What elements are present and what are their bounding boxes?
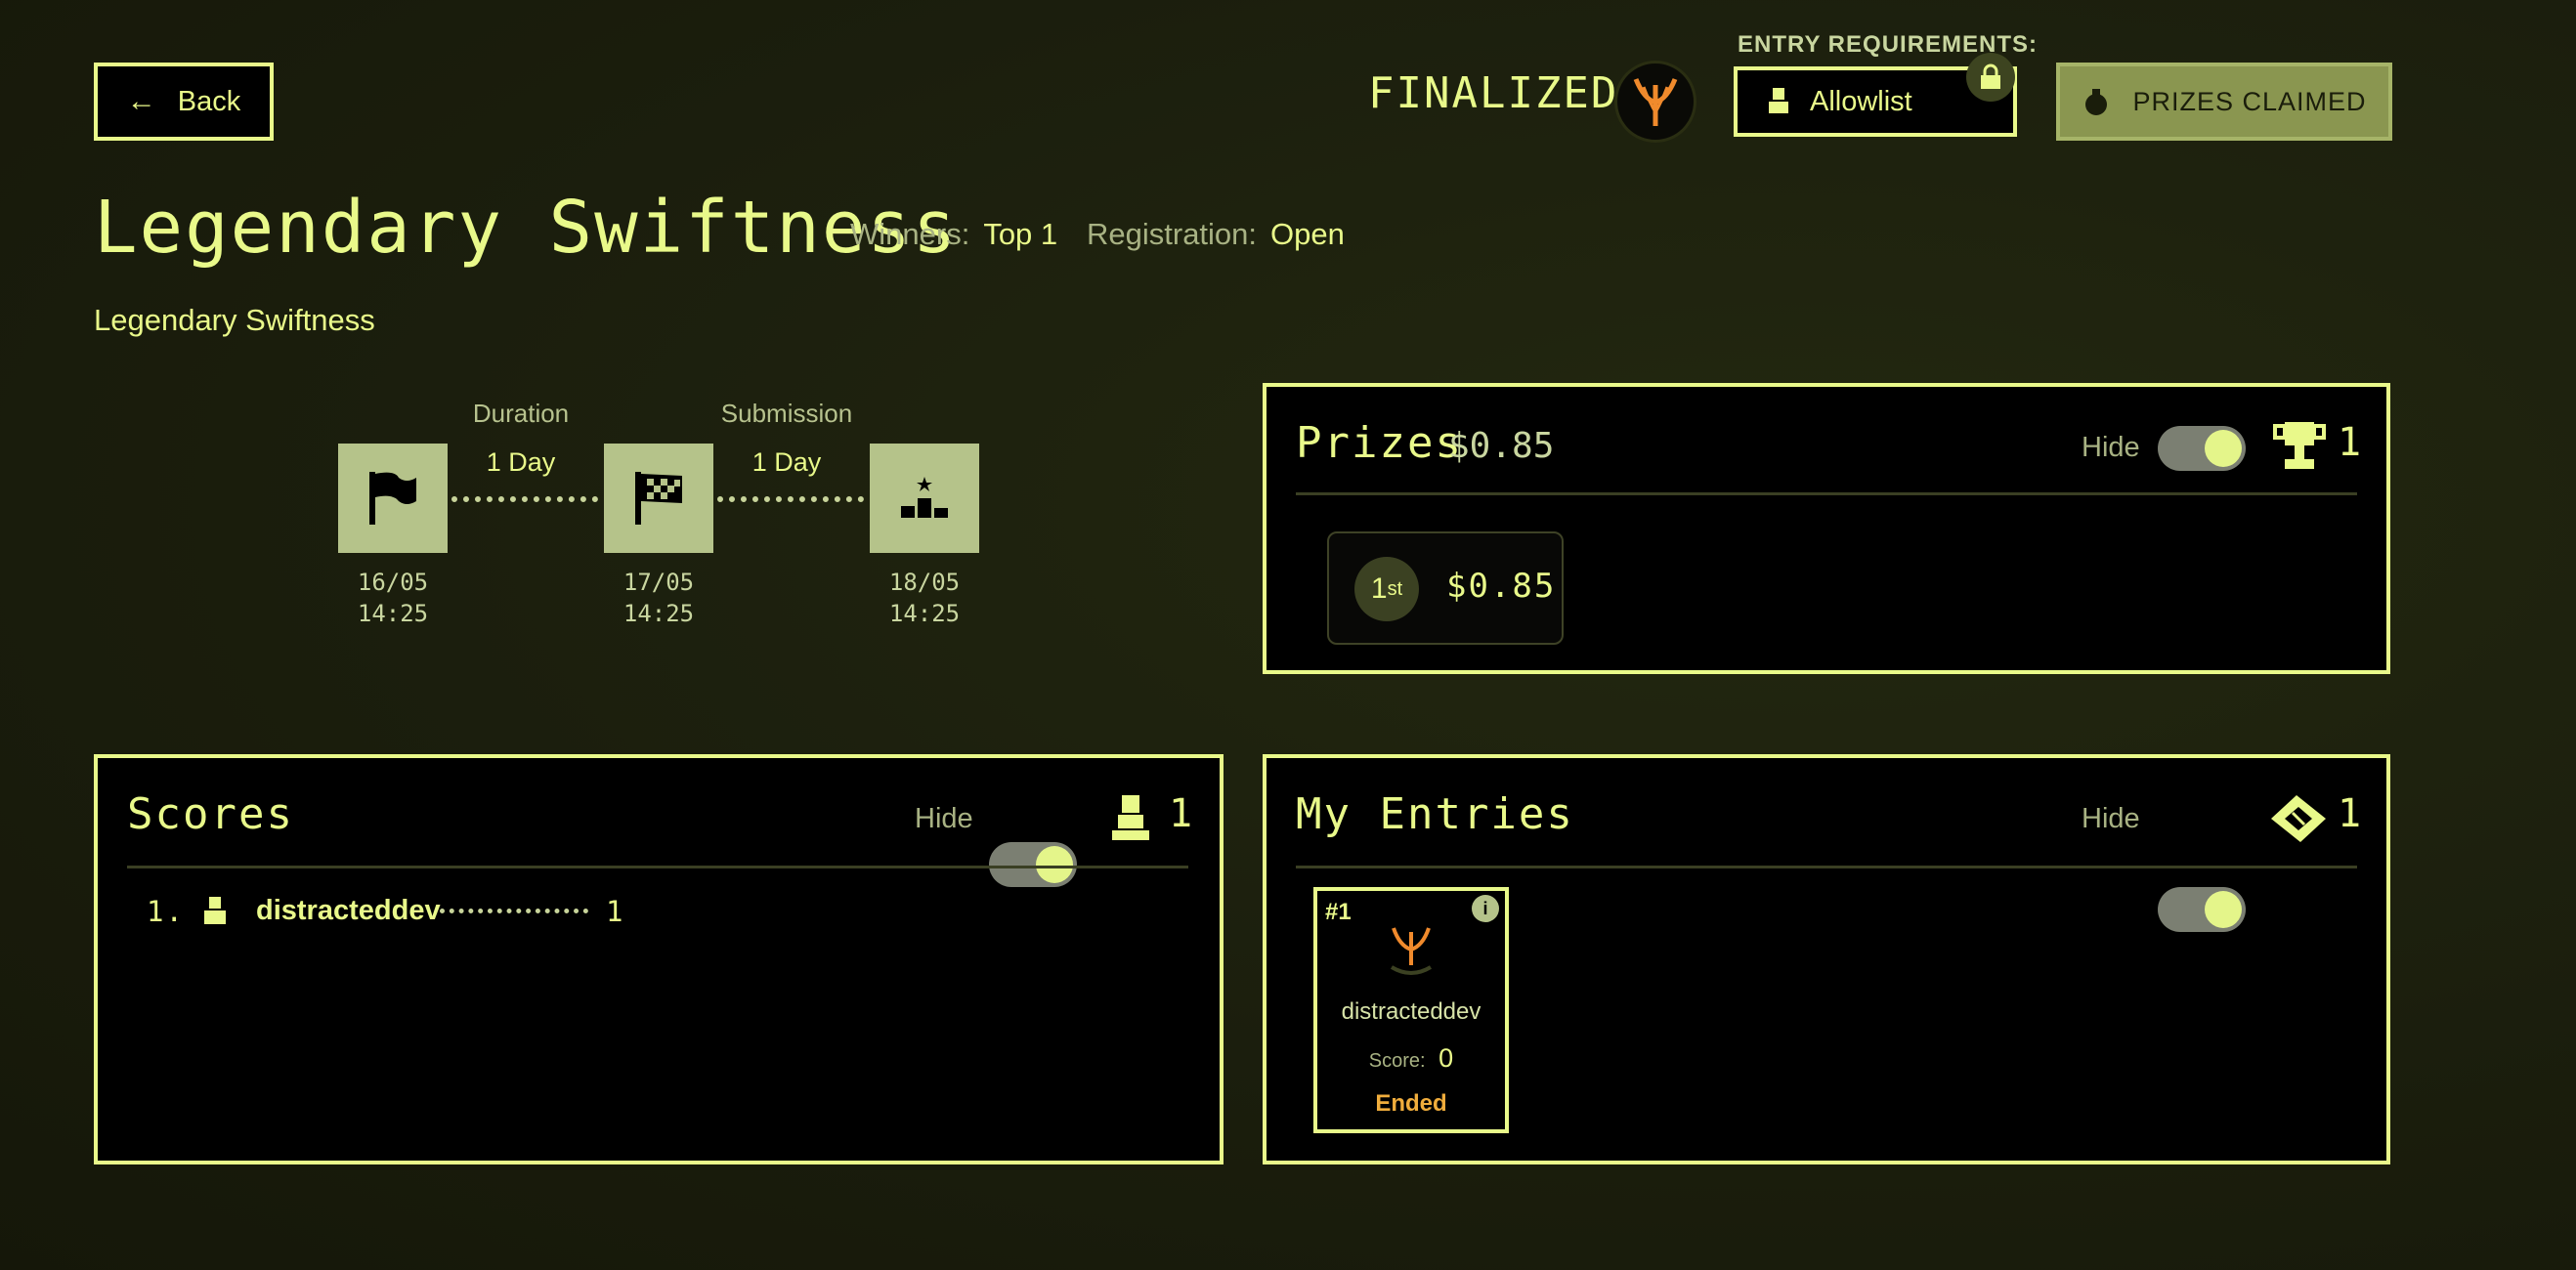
prizes-claimed-button[interactable]: PRIZES CLAIMED (2056, 63, 2392, 141)
prizes-hide-toggle[interactable] (2158, 426, 2246, 471)
entry-player-name: distracteddev (1341, 998, 1481, 1025)
game-logo-icon (1614, 61, 1696, 143)
scores-count: 1 (1169, 791, 1195, 836)
timeline-dots (451, 496, 598, 504)
tournament-description: Legendary Swiftness (94, 303, 375, 337)
entries-divider (1296, 866, 2357, 868)
money-bag-icon (2085, 89, 2108, 115)
back-label: Back (177, 85, 241, 117)
registration-meta: Registration: Open (1087, 217, 1345, 252)
score-leader-dots (440, 909, 588, 913)
score-player-name: distracteddev (256, 895, 441, 926)
back-button[interactable]: ← Back (94, 63, 274, 141)
ticket-icon (2267, 793, 2330, 849)
winners-label: Winners: (850, 217, 970, 251)
entry-id: #1 (1325, 899, 1352, 925)
entries-hide-toggle[interactable] (2158, 887, 2246, 932)
player-icon (1110, 793, 1151, 847)
prizes-total: $0.85 (1448, 426, 1555, 466)
my-entries-title: My Entries (1296, 789, 1574, 839)
score-rank: 1. (147, 895, 185, 928)
start-date: 16/05 14:25 (357, 569, 429, 627)
lock-icon (1966, 53, 2015, 102)
submission-label: Submission (720, 399, 853, 428)
registration-label: Registration: (1087, 217, 1258, 251)
duration-value: 1 Day (486, 447, 556, 477)
winners-value: Top 1 (983, 217, 1058, 251)
score-value: 1 (606, 895, 625, 928)
prizes-divider (1296, 492, 2357, 495)
winners-meta: Winners: Top 1 (850, 217, 1057, 252)
prizes-hide-label: Hide (2082, 432, 2140, 463)
timeline-dots (717, 496, 864, 504)
entry-status: Ended (1375, 1090, 1447, 1117)
registration-value: Open (1270, 217, 1345, 251)
podium-icon (870, 444, 979, 553)
entries-hide-label: Hide (2082, 803, 2140, 834)
end-date: 17/05 14:25 (623, 569, 695, 627)
tournament-title: Legendary Swiftness (94, 186, 959, 270)
entries-count: 1 (2338, 791, 2364, 836)
checkered-flag-icon (604, 444, 713, 553)
status-label: FINALIZED (1368, 68, 1619, 118)
submission-value: 1 Day (751, 447, 822, 477)
prizes-claimed-label: PRIZES CLAIMED (2132, 86, 2367, 116)
start-flag-icon (338, 444, 448, 553)
info-icon[interactable]: i (1472, 895, 1499, 922)
place-badge: 1st (1354, 557, 1419, 621)
game-logo-icon (1384, 922, 1438, 986)
allowlist-label: Allowlist (1810, 85, 1912, 117)
prizes-title: Prizes (1296, 418, 1463, 468)
entry-score: Score: 0 (1368, 1043, 1454, 1073)
trophy-icon (2273, 420, 2326, 478)
user-icon (201, 897, 229, 931)
scores-hide-toggle[interactable] (989, 842, 1077, 887)
arrow-left-icon: ← (126, 85, 156, 117)
prizes-count: 1 (2338, 420, 2364, 465)
scores-divider (127, 866, 1188, 868)
prize-amount: $0.85 (1446, 567, 1557, 606)
final-date: 18/05 14:25 (888, 569, 961, 627)
scores-title: Scores (127, 789, 294, 839)
scores-hide-label: Hide (915, 803, 973, 834)
user-icon (1769, 88, 1788, 113)
duration-label: Duration (472, 399, 570, 428)
